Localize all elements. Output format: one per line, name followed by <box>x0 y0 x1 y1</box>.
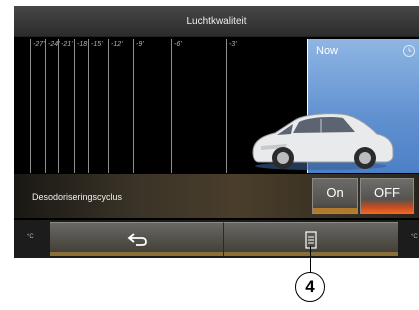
time-tick: -18' <box>74 39 88 173</box>
time-tick: -6' <box>171 39 216 173</box>
temperature-unit-left: °C <box>27 234 34 240</box>
bottom-bar: °C °C <box>14 220 419 258</box>
deodorization-cycle-label: Desodoriseringscyclus <box>32 192 123 202</box>
infotainment-screen: Luchtkwaliteit -27' -24' -21' -18' -15' … <box>14 6 419 258</box>
back-arrow-icon <box>127 233 147 246</box>
callout-leader-line <box>310 246 311 273</box>
time-tick: -21' <box>58 39 72 173</box>
time-tick: -9' <box>133 39 163 173</box>
time-tick: -15' <box>88 39 106 173</box>
deodorization-cycle-row: Desodoriseringscyclus On OFF <box>14 174 419 218</box>
back-button[interactable] <box>50 222 224 256</box>
clock-icon <box>403 45 415 57</box>
menu-icon <box>305 231 317 249</box>
time-tick: -24' <box>45 39 59 173</box>
off-button[interactable]: OFF <box>360 178 414 214</box>
screen-title: Luchtkwaliteit <box>14 6 419 37</box>
now-label: Now <box>316 45 339 57</box>
menu-button[interactable] <box>224 222 398 256</box>
callout-number: 4 <box>295 272 325 302</box>
air-quality-chart: -27' -24' -21' -18' -15' -12' -9' -6' -3… <box>14 39 419 173</box>
on-button[interactable]: On <box>312 178 358 214</box>
time-tick: -12' <box>108 39 126 173</box>
car-image <box>252 113 394 170</box>
temperature-unit-right: °C <box>411 234 418 240</box>
time-tick: -27' <box>30 39 44 173</box>
